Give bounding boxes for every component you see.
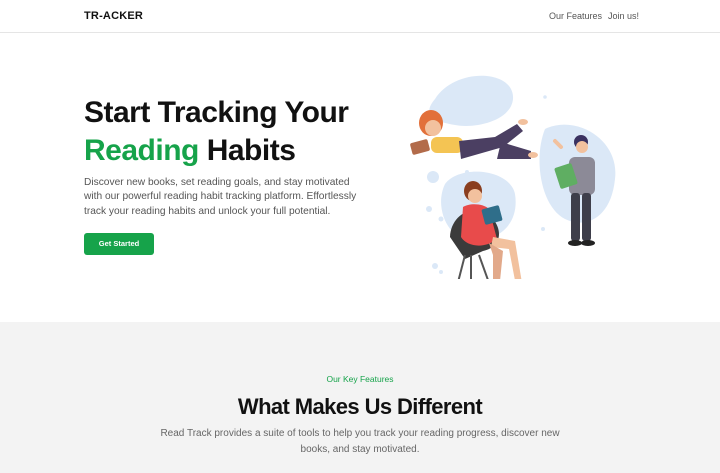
hero-title-line1: Start Tracking Your bbox=[84, 96, 349, 129]
hero-title-accent: Reading bbox=[84, 134, 199, 167]
features-eyebrow: Our Key Features bbox=[326, 374, 394, 384]
get-started-button[interactable]: Get Started bbox=[84, 233, 154, 255]
hero-section: Start Tracking Your Reading Habits Disco… bbox=[0, 33, 720, 322]
features-title: What Makes Us Different bbox=[237, 394, 483, 419]
hero-description: Discover new books, set reading goals, a… bbox=[84, 177, 357, 217]
features-section: Our Key Features What Makes Us Different… bbox=[0, 322, 720, 473]
nav-link-join-us[interactable]: Join us! bbox=[608, 11, 639, 21]
logo[interactable]: TR-ACKER bbox=[84, 10, 143, 22]
reading-people-illustration bbox=[410, 75, 616, 279]
navbar: TR-ACKER Our Features Join us! bbox=[0, 0, 720, 33]
nav-link-our-features[interactable]: Our Features bbox=[549, 11, 602, 21]
hero-title: Start Tracking Your Reading Habits bbox=[84, 94, 404, 170]
hero-title-rest: Habits bbox=[198, 134, 296, 167]
features-description: Read Track provides a suite of tools to … bbox=[160, 428, 560, 455]
